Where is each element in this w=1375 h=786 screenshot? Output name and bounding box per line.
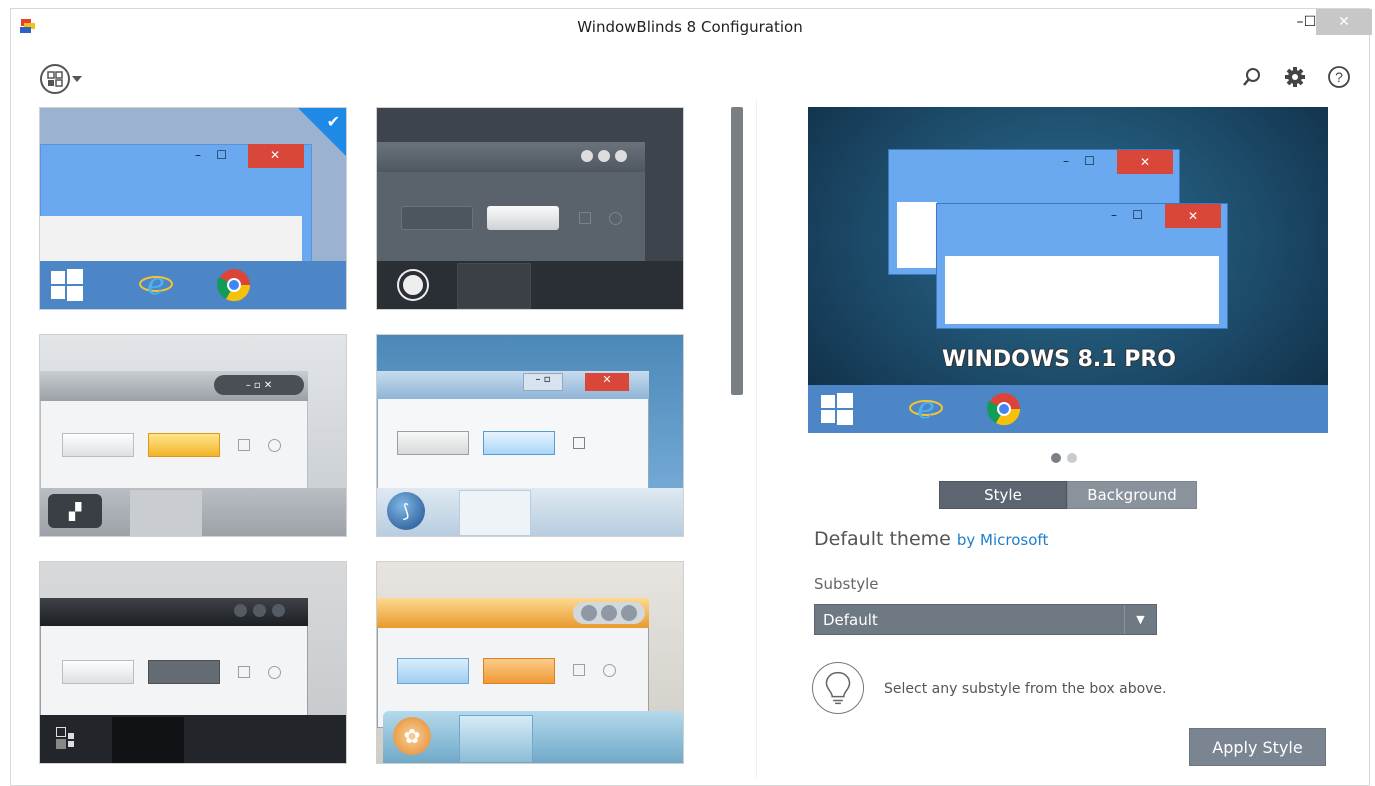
svg-text:e: e <box>147 267 165 301</box>
thumb-radio <box>268 439 281 452</box>
thumb-checkbox <box>238 439 250 451</box>
start-orb-icon <box>399 271 427 299</box>
lightbulb-icon <box>812 662 864 714</box>
thumb-button <box>397 658 469 684</box>
thumb-controls: – ▫ <box>523 373 563 391</box>
thumb-radio <box>268 666 281 679</box>
windows-logo-icon <box>821 393 853 425</box>
theme-thumbnail[interactable]: – ▫ ✕ ⟆ <box>376 334 684 537</box>
preview-close: ✕ <box>1117 150 1173 174</box>
start-button-icon: ▞ <box>48 494 102 528</box>
thumb-close-x: ✕ <box>270 148 281 162</box>
thumbnail-scrollbar[interactable] <box>731 107 743 395</box>
tab-style[interactable]: Style <box>939 481 1067 509</box>
mode-tabs: Style Background <box>939 481 1197 509</box>
thumb-taskbar-button <box>459 490 531 536</box>
chrome-icon <box>217 269 251 302</box>
thumb-checkbox <box>579 212 591 224</box>
thumb-taskbar-button <box>112 717 184 763</box>
title-bar: WindowBlinds 8 Configuration – ☐ ✕ <box>11 9 1372 45</box>
panel-divider <box>756 99 757 779</box>
thumb-controls <box>234 604 285 617</box>
thumb-taskbar-button <box>457 263 531 309</box>
thumb-taskbar <box>40 261 346 309</box>
substyle-label: Substyle <box>814 575 879 593</box>
thumb-window-body <box>40 216 302 266</box>
thumb-button <box>401 206 473 230</box>
thumb-taskbar-button <box>130 490 202 536</box>
thumb-checkbox <box>238 666 250 678</box>
thumb-checkbox <box>573 664 585 676</box>
theme-name: Default theme <box>814 528 951 550</box>
thumb-taskbar-button <box>459 715 533 763</box>
help-icon[interactable]: ? <box>1327 65 1351 89</box>
chevron-down-icon <box>72 76 82 82</box>
thumb-button <box>62 433 134 457</box>
gear-icon[interactable] <box>1283 65 1307 89</box>
thumb-button <box>62 660 134 684</box>
theme-thumbnail[interactable] <box>39 561 347 764</box>
grid-view-icon <box>40 64 70 94</box>
thumb-controls: – ▫ ✕ <box>214 375 304 395</box>
theme-preview: ✕ – ☐ ✕ – ☐ WINDOWS 8.1 PRO e <box>808 107 1328 433</box>
svg-text:?: ? <box>1335 69 1343 85</box>
thumb-radio <box>603 664 616 677</box>
chrome-icon <box>987 393 1021 426</box>
thumb-taskbar <box>40 715 346 763</box>
substyle-hint: Select any substyle from the box above. <box>884 681 1167 697</box>
thumb-close: ✕ <box>585 373 629 391</box>
substyle-dropdown[interactable]: Default ▼ <box>814 604 1157 635</box>
theme-thumbnail[interactable]: – ☐ ✕ e ✔ <box>39 107 347 310</box>
flower-orb-icon: ✿ <box>393 717 431 755</box>
pager-dot-active[interactable] <box>1051 453 1061 463</box>
svg-text:e: e <box>917 391 935 425</box>
theme-info: Default theme by Microsoft <box>814 528 1048 550</box>
thumb-checkbox <box>573 437 585 449</box>
preview-close: ✕ <box>1165 204 1221 228</box>
preview-controls: – ☐ <box>1063 154 1096 168</box>
checkmark-icon: ✔ <box>326 112 340 131</box>
thumb-button <box>148 433 220 457</box>
thumb-controls: – ☐ <box>195 148 228 162</box>
thumb-radio <box>609 212 622 225</box>
preview-window-front-body <box>945 256 1219 324</box>
preview-controls: – ☐ <box>1111 208 1144 222</box>
preview-caption: WINDOWS 8.1 PRO <box>942 347 1176 372</box>
preview-pager <box>1051 453 1077 463</box>
chevron-down-icon: ▼ <box>1124 605 1156 634</box>
thumb-button <box>483 431 555 455</box>
thumb-button <box>487 206 559 230</box>
search-icon[interactable] <box>1241 66 1263 88</box>
theme-thumbnail[interactable] <box>376 107 684 310</box>
theme-thumbnail[interactable]: – ▫ ✕ ▞ <box>39 334 347 537</box>
thumb-button <box>397 431 469 455</box>
app-window: WindowBlinds 8 Configuration – ☐ ✕ ? – ☐… <box>10 8 1372 786</box>
thumb-controls <box>581 150 627 162</box>
preview-window-back-body <box>897 202 937 268</box>
thumb-button <box>483 658 555 684</box>
internet-explorer-icon: e <box>909 391 943 425</box>
start-orb-icon: ⟆ <box>387 492 425 530</box>
author-link[interactable]: by Microsoft <box>957 531 1048 549</box>
window-title: WindowBlinds 8 Configuration <box>577 18 803 36</box>
pager-dot[interactable] <box>1067 453 1077 463</box>
preview-window-front: ✕ – ☐ <box>936 203 1228 329</box>
view-menu-button[interactable] <box>39 63 83 95</box>
substyle-value: Default <box>823 611 878 629</box>
thumb-controls <box>573 602 645 624</box>
preview-taskbar <box>808 385 1328 433</box>
internet-explorer-icon: e <box>139 267 173 301</box>
thumb-button <box>148 660 220 684</box>
close-button[interactable]: ✕ <box>1316 9 1372 35</box>
toolbar-right: ? <box>1241 65 1351 89</box>
apply-style-button[interactable]: Apply Style <box>1189 728 1326 766</box>
theme-thumbnail[interactable]: ✿ <box>376 561 684 764</box>
start-grid-icon <box>56 727 80 751</box>
windows-logo-icon <box>51 269 83 301</box>
tab-background[interactable]: Background <box>1067 481 1197 509</box>
